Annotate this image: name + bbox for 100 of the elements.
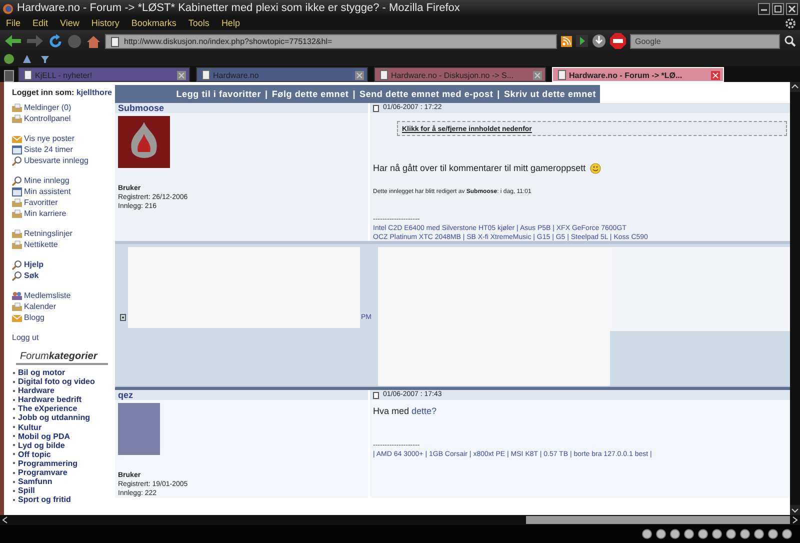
category-link[interactable]: Hardware <box>18 386 54 396</box>
page-icon <box>24 70 32 80</box>
login-status: Logget inn som: kjellthore <box>12 87 114 99</box>
sidebar-link[interactable]: Nettikette <box>12 239 115 250</box>
menu-item[interactable]: History <box>91 17 120 30</box>
logout-link[interactable]: Logg ut <box>12 332 115 343</box>
category-link[interactable]: Digital foto og video <box>18 377 95 386</box>
author-link[interactable]: Submoose <box>118 103 164 113</box>
category-link[interactable]: Spill <box>18 486 35 496</box>
menu-item[interactable]: View <box>60 17 80 30</box>
sidebar-link[interactable]: Medlemsliste <box>12 290 115 301</box>
sidebar-link[interactable]: Ubesvarte innlegg <box>12 155 115 166</box>
category-link[interactable]: Mobil og PDA <box>18 432 70 441</box>
sidebar-link[interactable]: Retningslinjer <box>12 228 115 239</box>
envelope-icon <box>12 134 22 144</box>
reload-icon[interactable] <box>48 34 63 48</box>
page-icon <box>558 70 566 80</box>
category-link[interactable]: Kultur <box>18 422 42 432</box>
calendar-icon <box>12 144 22 154</box>
topic-action-link[interactable]: Følg dette emnet <box>272 89 349 99</box>
sidebar-link[interactable]: Siste 24 timer <box>12 144 115 155</box>
sidebar-link[interactable]: Søk <box>12 270 115 281</box>
scroll-up-icon[interactable] <box>790 82 800 92</box>
menu-item[interactable]: Tools <box>188 17 210 30</box>
folder-icon <box>12 228 22 238</box>
browser-logo-icon <box>3 4 13 14</box>
category-link[interactable]: The eXperience <box>18 404 78 414</box>
sidebar-link[interactable]: Favoritter <box>12 197 115 208</box>
back-arrow-icon[interactable] <box>4 34 22 48</box>
folder-icon <box>12 240 22 250</box>
folder-icon <box>12 102 22 112</box>
maximize-icon[interactable] <box>772 2 784 14</box>
small-icon <box>120 314 126 321</box>
search-field[interactable]: Google <box>630 34 780 48</box>
separator-text: | <box>265 89 268 99</box>
section-heading: Forumkategorier <box>16 351 108 365</box>
folder-icon <box>12 198 22 208</box>
sidebar-link[interactable]: Meldinger (0) <box>12 102 115 113</box>
category-link[interactable]: Off topic <box>18 450 51 459</box>
post-text: Har nå gått over til kommentarer til mitt gameroppsett <box>373 162 586 175</box>
calendar-icon <box>12 186 22 196</box>
sidebar-link[interactable]: Mine innlegg <box>12 175 115 186</box>
search-icon <box>12 176 22 186</box>
smiley-icon <box>590 163 601 174</box>
separator-text: | <box>352 89 356 99</box>
download-icon[interactable] <box>592 34 606 48</box>
menu-item[interactable]: Edit <box>32 17 48 30</box>
scroll-left-icon[interactable] <box>0 515 10 525</box>
window-title: Hardware.no - Forum -> *LØST* Kabinetter med plexi som ikke er stygge? - Mozilla Firefox <box>17 1 461 16</box>
folder-icon <box>12 114 22 124</box>
rss-feed-icon[interactable] <box>561 36 572 46</box>
author-link[interactable]: qez <box>118 390 134 400</box>
category-link[interactable]: Jobb og utdanning <box>18 413 90 423</box>
post-link[interactable]: dette? <box>412 406 437 416</box>
search-icon[interactable] <box>784 35 796 47</box>
settings-icon[interactable] <box>785 18 796 29</box>
topic-action-link[interactable]: Legg til i favoritter <box>176 89 262 99</box>
page-icon <box>111 36 119 46</box>
category-link[interactable]: Bil og motor <box>18 368 66 378</box>
address-bar[interactable]: http://www.diskusjon.no/index.php?showtopic=775132&hl= <box>105 34 557 48</box>
browser-tab[interactable]: Hardware.no - Forum -> *LØ... <box>552 67 724 82</box>
search-icon <box>12 270 22 280</box>
page-icon <box>380 70 388 80</box>
category-link[interactable]: Samfunn <box>18 477 52 486</box>
post-text: Hva med dette? <box>373 405 437 418</box>
sidebar-link[interactable]: Min assistent <box>12 186 115 197</box>
home-icon[interactable] <box>86 34 101 48</box>
close-icon[interactable] <box>786 2 798 14</box>
page-icon <box>202 70 210 80</box>
category-link[interactable]: Sport og fritid <box>18 495 71 504</box>
envelope-icon <box>12 312 22 322</box>
sidebar-link[interactable]: Kontrollpanel <box>12 113 115 124</box>
category-link[interactable]: Programmering <box>18 458 78 468</box>
post-icon <box>373 104 379 112</box>
topic-action-link[interactable]: Send dette emnet med e-post <box>360 89 494 99</box>
sidebar-link[interactable]: Kalender <box>12 301 115 312</box>
sidebar-link[interactable]: Hjelp <box>12 259 115 270</box>
sidebar-link[interactable]: Min karriere <box>12 208 115 219</box>
people-icon <box>12 290 22 300</box>
tab-list-icon[interactable] <box>4 70 14 82</box>
folder-icon <box>12 208 22 218</box>
sidebar-link[interactable]: Vis nye poster <box>12 133 115 144</box>
menu-item[interactable]: File <box>6 17 21 30</box>
minimize-icon[interactable] <box>758 2 770 14</box>
category-link[interactable]: Hardware bedrift <box>18 395 82 404</box>
adblock-icon[interactable] <box>610 33 626 49</box>
separator-text: | <box>497 89 500 99</box>
search-icon <box>12 156 22 166</box>
folder-icon <box>12 302 22 312</box>
scroll-down-icon[interactable] <box>790 505 800 515</box>
category-link[interactable]: Lyd og bilde <box>18 440 65 450</box>
sidebar-link[interactable]: Blogg <box>12 312 115 323</box>
menu-item[interactable]: Bookmarks <box>131 17 176 30</box>
topic-action-link[interactable]: Skriv ut dette emnet <box>504 89 596 99</box>
search-icon <box>12 260 22 270</box>
menu-item[interactable]: Help <box>221 17 240 30</box>
username-link[interactable]: kjellthore <box>76 88 112 97</box>
category-link[interactable]: Programvare <box>18 468 68 478</box>
scroll-right-icon[interactable] <box>790 515 800 525</box>
scrollbar-thumb[interactable] <box>526 516 790 524</box>
